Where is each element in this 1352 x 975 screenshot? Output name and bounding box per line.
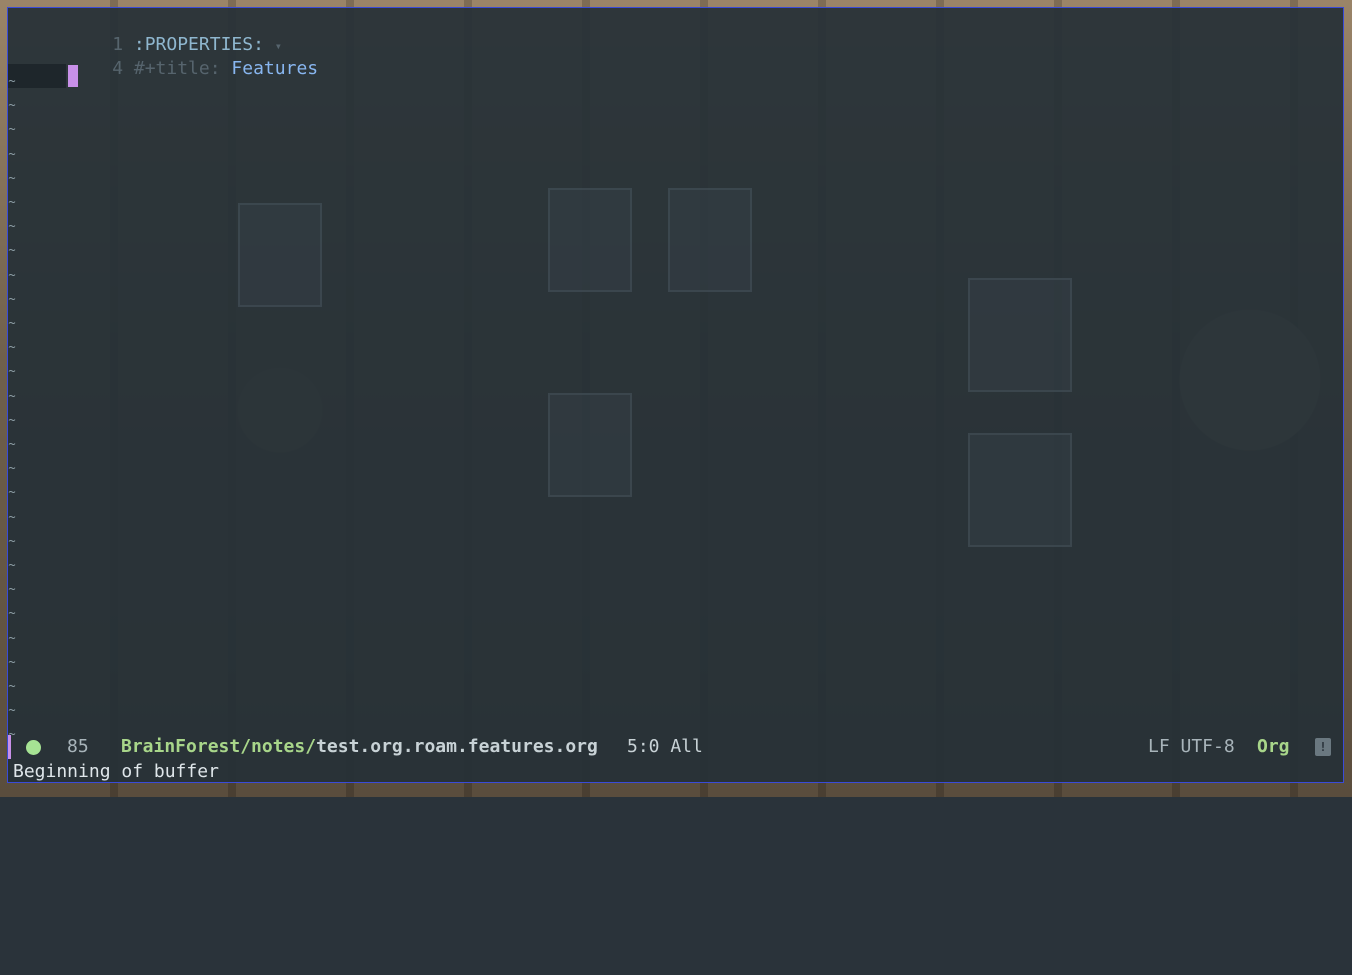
empty-line-marker: ~ (8, 122, 16, 136)
empty-line-marker: ~ (8, 219, 16, 233)
empty-line-marker: ~ (8, 534, 16, 548)
encoding-indicator[interactable]: LF UTF-8 (1148, 735, 1235, 759)
buffer-line[interactable]: 4 #+title: Features (8, 33, 318, 79)
text-cursor (68, 65, 78, 87)
empty-line-marker: ~ (8, 195, 16, 209)
cursor-position[interactable]: 5:0 All (627, 735, 703, 759)
empty-line-marker: ~ (8, 606, 16, 620)
mode-line[interactable]: 85 BrainForest/notes/test.org.roam.featu… (8, 735, 1343, 759)
wallpaper-shape (968, 278, 1072, 392)
empty-line-marker: ~ (8, 98, 16, 112)
title-keyword: #+title: (133, 58, 221, 79)
empty-line-marker: ~ (8, 268, 16, 282)
empty-line-marker: ~ (8, 510, 16, 524)
current-line-highlight (8, 64, 66, 88)
echo-area: Beginning of buffer (13, 761, 219, 782)
wallpaper-shape (548, 393, 632, 497)
empty-line-marker: ~ (8, 558, 16, 572)
buffer-directory: BrainForest/notes/ (121, 736, 317, 757)
empty-line-marker: ~ (8, 437, 16, 451)
wallpaper-shape (668, 188, 752, 292)
emacs-frame[interactable]: 1 :PROPERTIES: ▾ 4 #+title: Features ~ ~ ~… (7, 7, 1344, 783)
line-number: 4 (112, 58, 124, 79)
wallpaper-shape (238, 203, 322, 307)
buffer-filename: test.org.roam.features.org (316, 736, 598, 757)
modeline-bar (8, 735, 11, 759)
wallpaper-shape (548, 188, 632, 292)
empty-line-marker: ~ (8, 292, 16, 306)
empty-line-marker: ~ (8, 461, 16, 475)
empty-line-marker: ~ (8, 147, 16, 161)
major-mode[interactable]: Org (1257, 735, 1290, 759)
empty-line-marker: ~ (8, 679, 16, 693)
empty-line-marker: ~ (8, 364, 16, 378)
empty-line-marker: ~ (8, 74, 16, 88)
buffer-line[interactable]: 1 :PROPERTIES: ▾ (8, 9, 282, 55)
empty-line-marker: ~ (8, 171, 16, 185)
empty-line-marker: ~ (8, 631, 16, 645)
buffer-path[interactable]: BrainForest/notes/test.org.roam.features… (121, 735, 598, 759)
wallpaper-shape (968, 433, 1072, 547)
empty-line-marker: ~ (8, 340, 16, 354)
empty-line-marker: ~ (8, 413, 16, 427)
empty-line-marker: ~ (8, 655, 16, 669)
empty-line-marker: ~ (8, 582, 16, 596)
empty-line-marker: ~ (8, 389, 16, 403)
document-title[interactable]: Features (231, 58, 318, 79)
empty-line-marker: ~ (8, 485, 16, 499)
line-count: 85 (67, 736, 89, 757)
empty-line-marker: ~ (8, 703, 16, 717)
notification-icon[interactable]: ! (1315, 738, 1331, 756)
empty-line-marker: ~ (8, 316, 16, 330)
buffer-status-icon (26, 740, 41, 755)
empty-line-marker: ~ (8, 243, 16, 257)
